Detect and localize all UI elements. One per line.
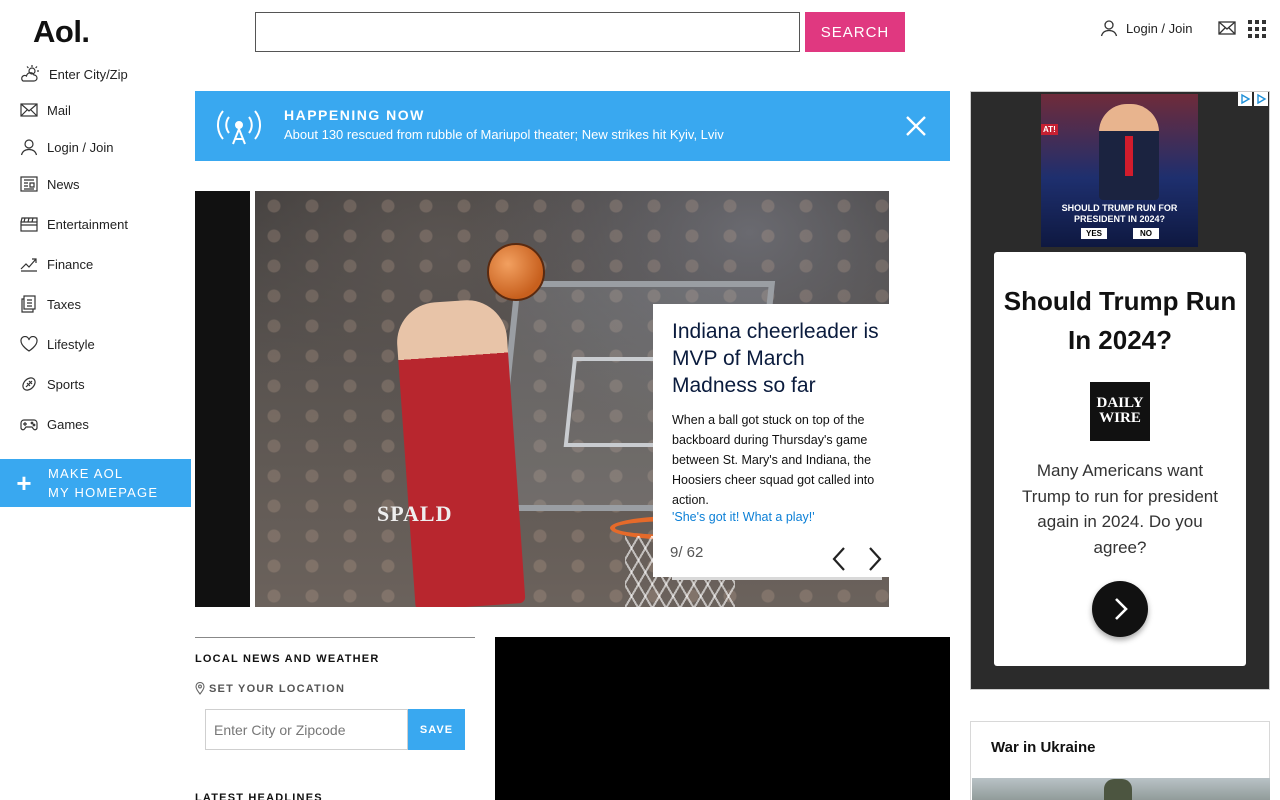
make-homepage-line1: MAKE AOL xyxy=(48,466,124,481)
heart-icon xyxy=(20,336,38,352)
set-location-label: SET YOUR LOCATION xyxy=(195,682,345,695)
sidebar-item-taxes[interactable]: Taxes xyxy=(20,294,81,314)
sidebar-item-label: Games xyxy=(47,416,89,432)
logo-line1: DAILY xyxy=(1096,395,1144,411)
chevron-left-icon[interactable] xyxy=(829,544,851,574)
header-mail-button[interactable] xyxy=(1218,20,1236,41)
make-homepage-line2: MY HOMEPAGE xyxy=(48,485,159,500)
location-pin-icon xyxy=(195,682,205,695)
make-homepage-label: MAKE AOL MY HOMEPAGE xyxy=(48,464,158,502)
user-icon xyxy=(20,139,38,156)
sidebar-item-mail[interactable]: Mail xyxy=(20,100,71,120)
sidebar-item-label: Login / Join xyxy=(47,139,114,155)
daily-wire-logo: DAILY WIRE xyxy=(1090,382,1150,441)
ad-next-button[interactable] xyxy=(1092,581,1148,637)
mail-icon xyxy=(20,103,38,117)
zipcode-input[interactable] xyxy=(205,709,408,750)
sidebar-item-label: Enter City/Zip xyxy=(49,66,128,82)
ad-no-button[interactable]: NO xyxy=(1133,228,1159,239)
chart-icon xyxy=(20,258,37,272)
ad-tie-graphic xyxy=(1125,136,1133,176)
carousel-progress-bar xyxy=(672,577,882,580)
sidebar-item-label: Taxes xyxy=(47,296,81,312)
sidebar-item-label: Sports xyxy=(47,376,85,392)
ad-close-icon xyxy=(1254,92,1268,106)
war-in-ukraine-heading: War in Ukraine xyxy=(991,739,1096,756)
carousel-counter: 9/ 62 xyxy=(670,544,704,561)
sidebar-item-sports[interactable]: Sports xyxy=(20,374,85,394)
ad-card[interactable]: Should Trump Run In 2024? DAILY WIRE Man… xyxy=(994,252,1246,666)
local-news-heading: LOCAL NEWS AND WEATHER xyxy=(195,653,380,665)
sidebar-item-weather[interactable]: Enter City/Zip xyxy=(20,64,128,84)
basketball-graphic xyxy=(487,243,545,301)
war-in-ukraine-module[interactable]: War in Ukraine xyxy=(970,721,1270,800)
carousel-prev-slide[interactable] xyxy=(195,191,250,607)
video-player[interactable] xyxy=(495,637,950,800)
carousel-quote-link[interactable]: 'She's got it! What a play!' xyxy=(672,510,815,524)
search-input[interactable] xyxy=(255,12,800,52)
documents-icon xyxy=(21,295,36,313)
ad-body-text: Many Americans want Trump to run for pre… xyxy=(1022,461,1218,557)
cheerleader-figure xyxy=(394,297,526,607)
save-location-button[interactable]: SAVE xyxy=(408,709,465,750)
make-homepage-button[interactable]: + MAKE AOL MY HOMEPAGE xyxy=(0,459,191,507)
ad-image-tag: AT! xyxy=(1041,124,1058,135)
carousel-title-link[interactable]: Indiana cheerleader is MVP of March Madn… xyxy=(672,318,887,399)
news-icon xyxy=(20,176,38,192)
adchoices-icon xyxy=(1238,92,1252,106)
sidebar-item-entertainment[interactable]: Entertainment xyxy=(20,214,128,234)
chevron-right-icon[interactable] xyxy=(863,544,885,574)
sidebar-item-login[interactable]: Login / Join xyxy=(20,137,114,157)
war-in-ukraine-image[interactable] xyxy=(972,778,1270,800)
sidebar-item-games[interactable]: Games xyxy=(20,414,89,434)
local-divider xyxy=(195,637,475,638)
ad-yes-button[interactable]: YES xyxy=(1081,228,1107,239)
latest-headlines-heading: LATEST HEADLINES xyxy=(195,792,323,800)
ad-choices-button[interactable] xyxy=(1238,92,1268,106)
apps-grid-icon xyxy=(1248,20,1266,38)
sidebar-item-finance[interactable]: Finance xyxy=(20,254,93,274)
ad-title: Should Trump Run In 2024? xyxy=(1003,286,1237,355)
mail-icon xyxy=(1218,21,1236,35)
carousel-caption: Indiana cheerleader is MVP of March Madn… xyxy=(653,304,889,580)
sidebar-item-lifestyle[interactable]: Lifestyle xyxy=(20,334,95,354)
ball-icon xyxy=(22,377,36,391)
header-login-label: Login / Join xyxy=(1126,20,1193,36)
plus-icon: + xyxy=(16,468,32,498)
aol-logo[interactable]: Aol. xyxy=(33,14,90,50)
ad-image-question: SHOULD TRUMP RUN FOR PRESIDENT IN 2024? xyxy=(1061,203,1178,224)
sidebar-item-label: Mail xyxy=(47,102,71,118)
gamepad-icon xyxy=(20,419,38,431)
logo-line2: WIRE xyxy=(1099,410,1141,426)
carousel-description: When a ball got stuck on top of the back… xyxy=(672,413,875,507)
header-apps-button[interactable] xyxy=(1248,20,1266,43)
sidebar-item-label: Finance xyxy=(47,256,94,272)
sidebar-item-label: Entertainment xyxy=(47,216,128,232)
banner-headline-link[interactable]: About 130 rescued from rubble of Mariupo… xyxy=(284,127,724,142)
ad-image[interactable]: AT! SHOULD TRUMP RUN FOR PRESIDENT IN 20… xyxy=(1041,94,1198,247)
user-icon xyxy=(1100,20,1118,37)
weather-icon xyxy=(21,65,39,82)
sidebar-item-label: Lifestyle xyxy=(47,336,95,352)
search-button[interactable]: SEARCH xyxy=(805,12,905,52)
broadcast-icon xyxy=(216,110,262,145)
happening-now-banner[interactable]: HAPPENING NOW About 130 rescued from rub… xyxy=(195,91,950,161)
banner-title: HAPPENING NOW xyxy=(284,107,425,123)
image-brand-text: SPALD xyxy=(377,501,453,526)
sidebar-item-news[interactable]: News xyxy=(20,174,80,194)
header-login-link[interactable]: Login / Join xyxy=(1100,19,1193,37)
set-location-text: SET YOUR LOCATION xyxy=(209,682,346,695)
clapper-icon xyxy=(20,217,38,232)
close-icon[interactable] xyxy=(905,115,927,137)
soldier-figure xyxy=(1104,779,1132,800)
sidebar-item-label: News xyxy=(47,176,80,192)
chevron-right-icon xyxy=(1115,598,1128,620)
